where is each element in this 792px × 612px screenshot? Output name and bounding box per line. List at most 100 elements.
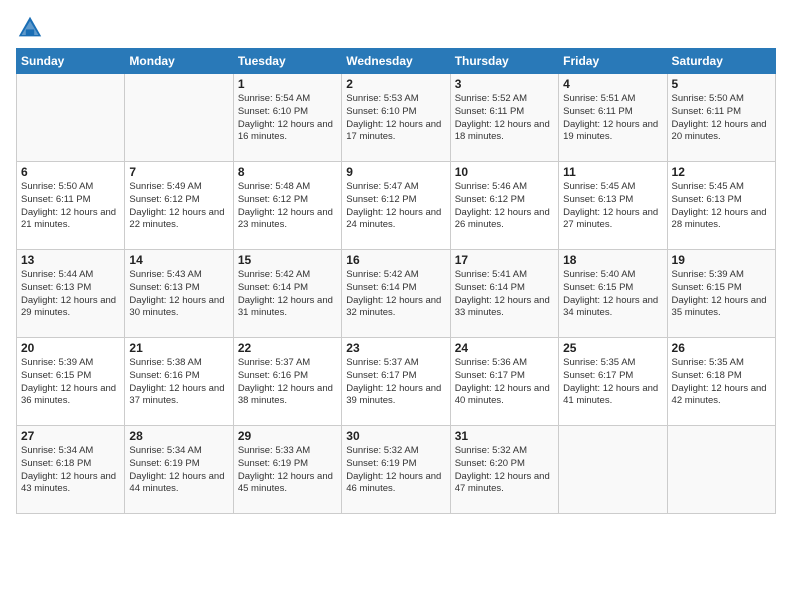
day-cell: 19 Sunrise: 5:39 AM Sunset: 6:15 PM Dayli…	[667, 250, 775, 338]
day-cell	[667, 426, 775, 514]
day-cell: 4 Sunrise: 5:51 AM Sunset: 6:11 PM Daylig…	[559, 74, 667, 162]
day-info: Sunrise: 5:33 AM Sunset: 6:19 PM Dayligh…	[238, 445, 337, 496]
day-info: Sunrise: 5:38 AM Sunset: 6:16 PM Dayligh…	[129, 357, 228, 408]
week-row-5: 27 Sunrise: 5:34 AM Sunset: 6:18 PM Dayli…	[17, 426, 776, 514]
weekday-thursday: Thursday	[450, 49, 558, 74]
day-number: 18	[563, 253, 662, 267]
day-cell: 28Sunrise: 5:34 AM Sunset: 6:19 PM Dayli…	[125, 426, 233, 514]
day-info: Sunrise: 5:42 AM Sunset: 6:14 PM Dayligh…	[346, 269, 445, 320]
day-info: Sunrise: 5:50 AM Sunset: 6:11 PM Dayligh…	[21, 181, 120, 232]
day-cell: 24 Sunrise: 5:36 AM Sunset: 6:17 PM Dayli…	[450, 338, 558, 426]
day-info: Sunrise: 5:51 AM Sunset: 6:11 PM Dayligh…	[563, 93, 662, 144]
day-info: Sunrise: 5:54 AM Sunset: 6:10 PM Dayligh…	[238, 93, 337, 144]
day-number: 29	[238, 429, 337, 443]
week-row-4: 20 Sunrise: 5:39 AM Sunset: 6:15 PM Dayli…	[17, 338, 776, 426]
day-cell: 11 Sunrise: 5:45 AM Sunset: 6:13 PM Dayli…	[559, 162, 667, 250]
day-info: Sunrise: 5:47 AM Sunset: 6:12 PM Dayligh…	[346, 181, 445, 232]
weekday-saturday: Saturday	[667, 49, 775, 74]
page: SundayMondayTuesdayWednesdayThursdayFrid…	[0, 0, 792, 612]
day-cell: 20 Sunrise: 5:39 AM Sunset: 6:15 PM Dayli…	[17, 338, 125, 426]
day-number: 17	[455, 253, 554, 267]
week-row-2: 6 Sunrise: 5:50 AM Sunset: 6:11 PM Daylig…	[17, 162, 776, 250]
day-number: 15	[238, 253, 337, 267]
day-cell: 27 Sunrise: 5:34 AM Sunset: 6:18 PM Dayli…	[17, 426, 125, 514]
day-info: Sunrise: 5:34 AM Sunset: 6:18 PM Dayligh…	[21, 445, 120, 496]
day-info: Sunrise: 5:36 AM Sunset: 6:17 PM Dayligh…	[455, 357, 554, 408]
day-number: 11	[563, 165, 662, 179]
day-cell: 25Sunrise: 5:35 AM Sunset: 6:17 PM Dayli…	[559, 338, 667, 426]
header	[16, 10, 776, 42]
logo-icon	[16, 14, 44, 42]
day-info: Sunrise: 5:46 AM Sunset: 6:12 PM Dayligh…	[455, 181, 554, 232]
weekday-wednesday: Wednesday	[342, 49, 450, 74]
day-info: Sunrise: 5:53 AM Sunset: 6:10 PM Dayligh…	[346, 93, 445, 144]
day-info: Sunrise: 5:45 AM Sunset: 6:13 PM Dayligh…	[672, 181, 771, 232]
day-info: Sunrise: 5:45 AM Sunset: 6:13 PM Dayligh…	[563, 181, 662, 232]
day-cell	[17, 74, 125, 162]
day-number: 5	[672, 77, 771, 91]
day-number: 21	[129, 341, 228, 355]
day-cell: 18 Sunrise: 5:40 AM Sunset: 6:15 PM Dayli…	[559, 250, 667, 338]
day-info: Sunrise: 5:43 AM Sunset: 6:13 PM Dayligh…	[129, 269, 228, 320]
day-number: 3	[455, 77, 554, 91]
day-info: Sunrise: 5:48 AM Sunset: 6:12 PM Dayligh…	[238, 181, 337, 232]
day-cell: 5 Sunrise: 5:50 AM Sunset: 6:11 PM Daylig…	[667, 74, 775, 162]
day-cell: 14 Sunrise: 5:43 AM Sunset: 6:13 PM Dayli…	[125, 250, 233, 338]
day-cell: 8 Sunrise: 5:48 AM Sunset: 6:12 PM Daylig…	[233, 162, 341, 250]
day-info: Sunrise: 5:49 AM Sunset: 6:12 PM Dayligh…	[129, 181, 228, 232]
day-info: Sunrise: 5:32 AM Sunset: 6:19 PM Dayligh…	[346, 445, 445, 496]
week-row-3: 13 Sunrise: 5:44 AM Sunset: 6:13 PM Dayli…	[17, 250, 776, 338]
day-number: 19	[672, 253, 771, 267]
weekday-header-row: SundayMondayTuesdayWednesdayThursdayFrid…	[17, 49, 776, 74]
weekday-monday: Monday	[125, 49, 233, 74]
day-cell: 26 Sunrise: 5:35 AM Sunset: 6:18 PM Dayli…	[667, 338, 775, 426]
day-info: Sunrise: 5:42 AM Sunset: 6:14 PM Dayligh…	[238, 269, 337, 320]
day-info: Sunrise: 5:39 AM Sunset: 6:15 PM Dayligh…	[672, 269, 771, 320]
day-number: 27	[21, 429, 120, 443]
day-info: Sunrise: 5:37 AM Sunset: 6:17 PM Dayligh…	[346, 357, 445, 408]
day-number: 13	[21, 253, 120, 267]
day-cell: 6 Sunrise: 5:50 AM Sunset: 6:11 PM Daylig…	[17, 162, 125, 250]
day-number: 24	[455, 341, 554, 355]
day-number: 2	[346, 77, 445, 91]
day-number: 4	[563, 77, 662, 91]
day-number: 16	[346, 253, 445, 267]
day-number: 22	[238, 341, 337, 355]
day-number: 23	[346, 341, 445, 355]
day-cell: 22Sunrise: 5:37 AM Sunset: 6:16 PM Dayli…	[233, 338, 341, 426]
day-cell: 15 Sunrise: 5:42 AM Sunset: 6:14 PM Dayli…	[233, 250, 341, 338]
day-cell: 21 Sunrise: 5:38 AM Sunset: 6:16 PM Dayli…	[125, 338, 233, 426]
day-info: Sunrise: 5:50 AM Sunset: 6:11 PM Dayligh…	[672, 93, 771, 144]
day-cell	[125, 74, 233, 162]
day-number: 10	[455, 165, 554, 179]
day-cell: 13 Sunrise: 5:44 AM Sunset: 6:13 PM Dayli…	[17, 250, 125, 338]
day-cell: 29 Sunrise: 5:33 AM Sunset: 6:19 PM Dayli…	[233, 426, 341, 514]
day-info: Sunrise: 5:39 AM Sunset: 6:15 PM Dayligh…	[21, 357, 120, 408]
day-cell: 23 Sunrise: 5:37 AM Sunset: 6:17 PM Dayli…	[342, 338, 450, 426]
day-number: 14	[129, 253, 228, 267]
day-cell: 2 Sunrise: 5:53 AM Sunset: 6:10 PM Daylig…	[342, 74, 450, 162]
day-cell: 30 Sunrise: 5:32 AM Sunset: 6:19 PM Dayli…	[342, 426, 450, 514]
day-info: Sunrise: 5:52 AM Sunset: 6:11 PM Dayligh…	[455, 93, 554, 144]
day-number: 8	[238, 165, 337, 179]
day-number: 30	[346, 429, 445, 443]
day-cell: 17 Sunrise: 5:41 AM Sunset: 6:14 PM Dayli…	[450, 250, 558, 338]
day-cell: 12Sunrise: 5:45 AM Sunset: 6:13 PM Dayli…	[667, 162, 775, 250]
logo	[16, 14, 46, 42]
day-info: Sunrise: 5:35 AM Sunset: 6:18 PM Dayligh…	[672, 357, 771, 408]
day-info: Sunrise: 5:41 AM Sunset: 6:14 PM Dayligh…	[455, 269, 554, 320]
day-info: Sunrise: 5:40 AM Sunset: 6:15 PM Dayligh…	[563, 269, 662, 320]
calendar: SundayMondayTuesdayWednesdayThursdayFrid…	[16, 48, 776, 514]
day-info: Sunrise: 5:34 AM Sunset: 6:19 PM Dayligh…	[129, 445, 228, 496]
day-number: 6	[21, 165, 120, 179]
day-number: 31	[455, 429, 554, 443]
day-number: 20	[21, 341, 120, 355]
day-cell: 7Sunrise: 5:49 AM Sunset: 6:12 PM Daylig…	[125, 162, 233, 250]
day-cell	[559, 426, 667, 514]
day-cell: 31Sunrise: 5:32 AM Sunset: 6:20 PM Dayli…	[450, 426, 558, 514]
day-info: Sunrise: 5:35 AM Sunset: 6:17 PM Dayligh…	[563, 357, 662, 408]
day-number: 26	[672, 341, 771, 355]
day-cell: 1Sunrise: 5:54 AM Sunset: 6:10 PM Daylig…	[233, 74, 341, 162]
day-cell: 9Sunrise: 5:47 AM Sunset: 6:12 PM Daylig…	[342, 162, 450, 250]
day-info: Sunrise: 5:44 AM Sunset: 6:13 PM Dayligh…	[21, 269, 120, 320]
